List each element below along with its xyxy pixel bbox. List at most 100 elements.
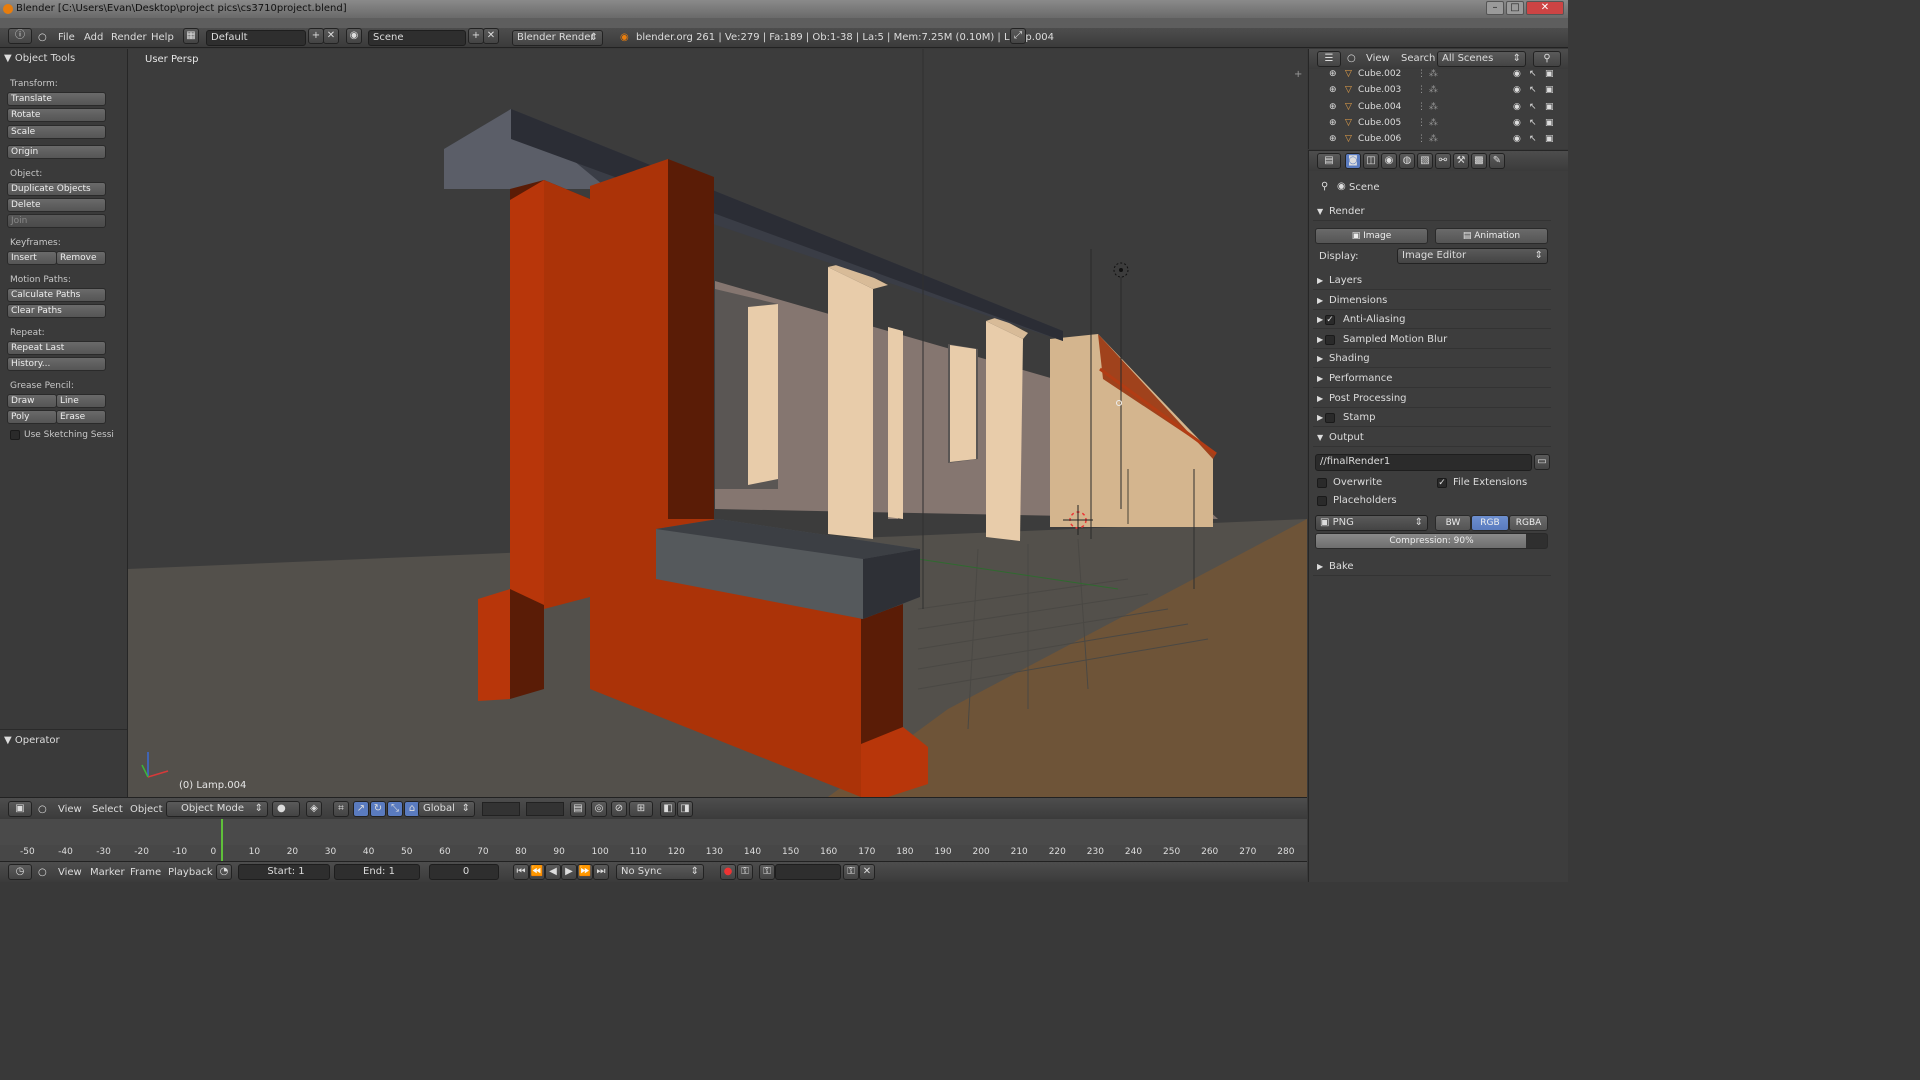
- insert-keyframe-icon[interactable]: ⚿: [843, 864, 859, 880]
- outliner-item[interactable]: ⊕ ▽ Cube.005 ⋮ ⁂ ◉ ↖ ▣: [1309, 115, 1559, 131]
- grease-poly-button[interactable]: Poly: [7, 410, 57, 424]
- play-icon[interactable]: ▶: [561, 864, 577, 880]
- compression-slider[interactable]: Compression: 90%: [1315, 533, 1548, 549]
- grease-erase-button[interactable]: Erase: [56, 410, 106, 424]
- menu-view[interactable]: View: [58, 804, 82, 815]
- proportional-edit-icon[interactable]: ◎: [591, 801, 607, 817]
- menu-select[interactable]: Select: [92, 804, 123, 815]
- rotate-button[interactable]: Rotate: [7, 108, 106, 122]
- output-path-field[interactable]: //finalRender1: [1315, 454, 1532, 471]
- placeholders-checkbox[interactable]: [1317, 496, 1327, 506]
- duplicate-objects-button[interactable]: Duplicate Objects: [7, 182, 106, 196]
- jump-keyframe-forward-icon[interactable]: ⏩: [577, 864, 593, 880]
- layout-field[interactable]: Default: [206, 30, 306, 46]
- timeline-menu-playback[interactable]: Playback: [168, 867, 213, 878]
- section-enable-checkbox[interactable]: [1325, 334, 1335, 345]
- layout-delete-icon[interactable]: ✕: [323, 28, 339, 44]
- render-camera-icon[interactable]: ▣: [1545, 99, 1554, 115]
- property-section-header[interactable]: ▶ Stamp: [1313, 409, 1551, 428]
- scale-manipulator-icon[interactable]: ⤡: [387, 801, 403, 817]
- scene-add-icon[interactable]: +: [468, 28, 484, 44]
- layout-add-icon[interactable]: +: [308, 28, 324, 44]
- select-cursor-icon[interactable]: ↖: [1529, 115, 1537, 131]
- editor-type-timeline-button[interactable]: ◷: [8, 864, 32, 880]
- header-collapse-icon-3[interactable]: ○: [38, 867, 47, 878]
- render-camera-icon[interactable]: ▣: [1545, 82, 1554, 98]
- scene-tab-icon[interactable]: ◉: [1381, 153, 1397, 169]
- pivot-point-icon[interactable]: ◈: [306, 801, 322, 817]
- translate-button[interactable]: Translate: [7, 92, 106, 106]
- editor-type-info-button[interactable]: ⓘ: [8, 28, 32, 44]
- rgba-button[interactable]: RGBA: [1509, 515, 1548, 531]
- visibility-eye-icon[interactable]: ◉: [1513, 115, 1521, 131]
- file-extensions-checkbox[interactable]: ✓: [1437, 478, 1447, 488]
- editor-type-properties-button[interactable]: ▤: [1317, 153, 1341, 169]
- preview-range-icon[interactable]: ◔: [216, 864, 232, 880]
- render-layers-tab-icon[interactable]: ◫: [1363, 153, 1379, 169]
- scene-icon[interactable]: ◉: [346, 28, 362, 44]
- keying-set-field[interactable]: [775, 864, 841, 880]
- property-section-header[interactable]: ▶ Dimensions: [1313, 292, 1551, 310]
- history-button[interactable]: History...: [7, 357, 106, 371]
- select-cursor-icon[interactable]: ↖: [1529, 131, 1537, 147]
- header-collapse-icon-2[interactable]: ○: [38, 804, 47, 815]
- close-button[interactable]: ✕: [1526, 1, 1564, 15]
- select-cursor-icon[interactable]: ↖: [1529, 82, 1537, 98]
- layout-icon[interactable]: ▦: [183, 28, 199, 44]
- menu-render[interactable]: Render: [111, 32, 147, 43]
- jump-start-icon[interactable]: ⏮: [513, 864, 529, 880]
- section-enable-checkbox[interactable]: [1325, 413, 1335, 424]
- timeline-menu-marker[interactable]: Marker: [90, 867, 125, 878]
- outliner-menu-search[interactable]: Search: [1401, 53, 1435, 64]
- timeline-menu-view[interactable]: View: [58, 867, 82, 878]
- rgb-button[interactable]: RGB: [1471, 515, 1509, 531]
- expand-plus-icon[interactable]: ⊕: [1329, 99, 1337, 115]
- timeline[interactable]: -50 -40 -30 -20 -10 0 10 20 30 40 50 60 70 80 90 100 110…: [0, 819, 1307, 861]
- mode-dropdown[interactable]: Object Mode ⇕: [166, 801, 268, 817]
- sync-dropdown[interactable]: No Sync ⇕: [616, 864, 704, 880]
- section-enable-checkbox[interactable]: ✓: [1325, 315, 1335, 326]
- render-tab-icon[interactable]: ◙: [1345, 153, 1361, 169]
- render-camera-icon[interactable]: ▣: [1545, 131, 1554, 147]
- grease-line-button[interactable]: Line: [56, 394, 106, 408]
- modifiers-tab-icon[interactable]: ⚒: [1453, 153, 1469, 169]
- object-tools-header[interactable]: ▼ Object Tools: [4, 53, 75, 64]
- timeline-track[interactable]: [0, 819, 1307, 845]
- expand-plus-icon[interactable]: ⊕: [1329, 66, 1337, 82]
- data-tab-icon[interactable]: ✎: [1489, 153, 1505, 169]
- visibility-eye-icon[interactable]: ◉: [1513, 82, 1521, 98]
- menu-add[interactable]: Add: [84, 32, 103, 43]
- current-frame-field[interactable]: 0: [429, 864, 499, 880]
- fullscreen-toggle-icon[interactable]: ⤢: [1010, 28, 1026, 44]
- grease-draw-button[interactable]: Draw: [7, 394, 57, 408]
- property-section-header[interactable]: ▶ Performance: [1313, 370, 1551, 388]
- property-section-header[interactable]: ▶ Shading: [1313, 350, 1551, 369]
- manipulator-toggle-icon[interactable]: ⌗: [333, 801, 349, 817]
- render-opengl-icon[interactable]: ◧: [660, 801, 676, 817]
- expand-plus-icon[interactable]: ⊕: [1329, 115, 1337, 131]
- render-section-header[interactable]: ▼ Render: [1313, 203, 1551, 221]
- orientation-dropdown[interactable]: Global ⇕: [418, 801, 475, 817]
- delete-keyframe-icon[interactable]: ✕: [859, 864, 875, 880]
- jump-keyframe-back-icon[interactable]: ⏪: [529, 864, 545, 880]
- insert-keyframe-button[interactable]: Insert: [7, 251, 57, 265]
- property-section-header[interactable]: ▶ Sampled Motion Blur: [1313, 331, 1551, 349]
- visibility-eye-icon[interactable]: ◉: [1513, 131, 1521, 147]
- property-section-header[interactable]: ▶ Layers: [1313, 272, 1551, 290]
- bw-button[interactable]: BW: [1435, 515, 1471, 531]
- render-camera-icon[interactable]: ▣: [1545, 66, 1554, 82]
- overwrite-checkbox[interactable]: [1317, 478, 1327, 488]
- scene-delete-icon[interactable]: ✕: [483, 28, 499, 44]
- jump-end-icon[interactable]: ⏭: [593, 864, 609, 880]
- output-section-header[interactable]: ▼ Output: [1313, 429, 1551, 447]
- outliner-filter-dropdown[interactable]: All Scenes ⇕: [1437, 51, 1526, 67]
- outliner-item[interactable]: ⊕ ▽ Cube.006 ⋮ ⁂ ◉ ↖ ▣: [1309, 131, 1559, 147]
- render-camera-icon[interactable]: ▣: [1545, 115, 1554, 131]
- record-icon[interactable]: ●: [720, 864, 736, 880]
- pin-icon[interactable]: ⚲: [1321, 181, 1328, 192]
- layers-grid-2[interactable]: [526, 802, 564, 816]
- rotate-manipulator-icon[interactable]: ↻: [370, 801, 386, 817]
- menu-file[interactable]: File: [58, 32, 75, 43]
- texture-tab-icon[interactable]: ▩: [1471, 153, 1487, 169]
- clear-paths-button[interactable]: Clear Paths: [7, 304, 106, 318]
